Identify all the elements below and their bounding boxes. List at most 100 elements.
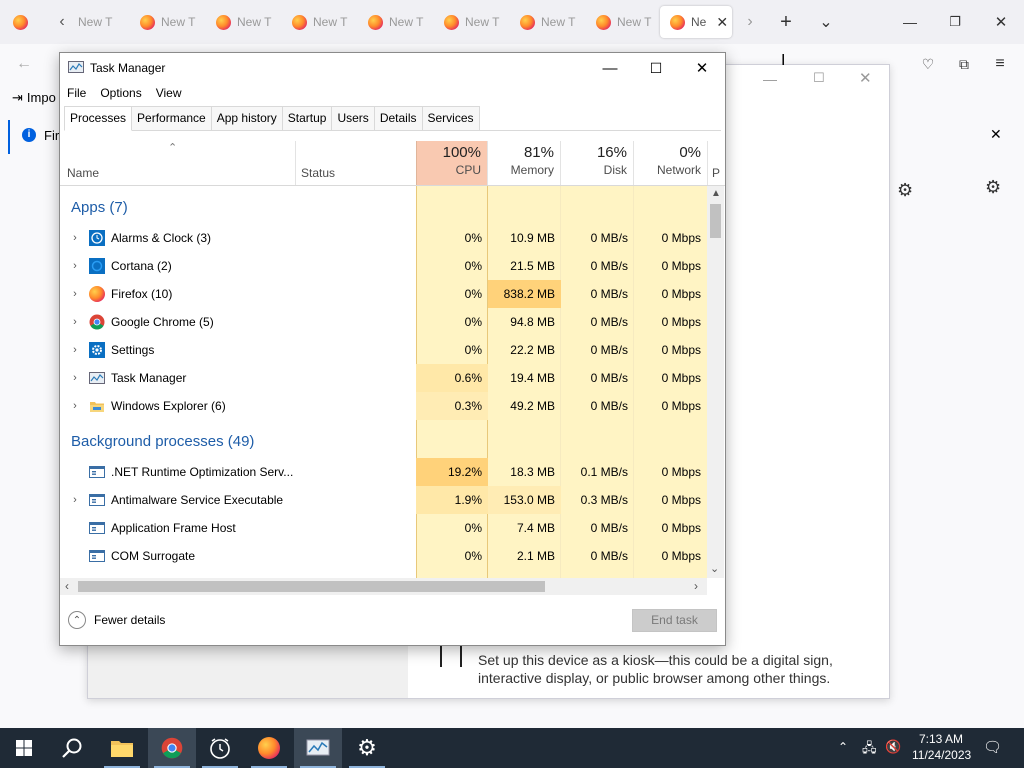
tab-processes[interactable]: Processes: [64, 106, 133, 131]
new-tab-icon[interactable]: +: [772, 8, 800, 36]
extensions-icon[interactable]: ⧉: [950, 50, 978, 78]
process-row[interactable]: Application Frame Host 0% 7.4 MB 0 MB/s …: [60, 514, 707, 542]
fewer-details-button[interactable]: ⌃ Fewer details: [68, 611, 165, 629]
browser-tab[interactable]: New T: [282, 6, 352, 38]
tab-startup[interactable]: Startup: [281, 106, 333, 130]
show-hidden-icons-icon[interactable]: ⌃: [838, 740, 848, 754]
expand-chevron-icon[interactable]: ›: [69, 252, 81, 280]
process-row[interactable]: › Alarms & Clock (3) 0% 10.9 MB 0 MB/s 0…: [60, 224, 707, 252]
expand-chevron-icon[interactable]: ›: [69, 336, 81, 364]
process-row[interactable]: › Cortana (2) 0% 21.5 MB 0 MB/s 0 Mbps: [60, 252, 707, 280]
header-status[interactable]: Status: [295, 141, 417, 185]
import-bookmarks-button[interactable]: ⇥ Impo: [12, 90, 56, 106]
list-all-tabs-icon[interactable]: ⌄: [812, 8, 840, 36]
firefox-icon: [368, 14, 383, 30]
tab-users[interactable]: Users: [331, 106, 375, 130]
expand-chevron-icon[interactable]: ›: [69, 308, 81, 336]
notifications-icon[interactable]: 🗨: [983, 738, 1002, 756]
expand-chevron-icon[interactable]: ›: [69, 280, 81, 308]
close-icon[interactable]: ✕: [679, 53, 725, 83]
expand-chevron-icon[interactable]: ›: [69, 392, 81, 420]
group-header-apps[interactable]: Apps (7): [60, 194, 707, 222]
browser-tab-active[interactable]: Ne ✕: [660, 6, 732, 38]
process-row[interactable]: › Antimalware Service Executable 1.9% 15…: [60, 486, 707, 514]
menu-file[interactable]: File: [60, 83, 93, 105]
group-header-background[interactable]: Background processes (49): [60, 428, 707, 456]
close-infobar-icon[interactable]: ✕: [990, 126, 1002, 143]
browser-tab[interactable]: New T: [358, 6, 428, 38]
firefox-view-icon[interactable]: [6, 8, 34, 36]
scroll-down-icon[interactable]: ⌄: [710, 562, 719, 575]
taskbar-firefox[interactable]: [245, 728, 293, 768]
scroll-tabs-right-icon[interactable]: ›: [736, 8, 764, 36]
browser-tab[interactable]: New T: [206, 6, 276, 38]
header-cpu[interactable]: 100% CPU: [416, 141, 488, 185]
browser-tab[interactable]: New T: [586, 6, 656, 38]
pocket-icon[interactable]: ♡: [914, 50, 942, 78]
header-memory[interactable]: 81% Memory: [488, 141, 561, 185]
header-name[interactable]: Name: [60, 141, 296, 185]
clock[interactable]: 7:13 AM 11/24/2023: [912, 731, 971, 763]
volume-muted-icon[interactable]: 🔇: [885, 739, 901, 755]
browser-tab[interactable]: New T: [68, 6, 138, 38]
browser-tab[interactable]: New T: [510, 6, 580, 38]
settings-gear-icon[interactable]: ⚙: [897, 180, 913, 201]
taskbar-chrome[interactable]: [148, 728, 196, 768]
scroll-right-icon[interactable]: ›: [694, 579, 698, 593]
tab-performance[interactable]: Performance: [131, 106, 212, 130]
disk-cell: 0.1 MB/s: [580, 465, 628, 479]
expand-chevron-icon[interactable]: ›: [69, 364, 81, 392]
process-row[interactable]: › Windows Explorer (6) 0.3% 49.2 MB 0 MB…: [60, 392, 707, 420]
network-cell: 0 Mbps: [661, 315, 701, 329]
restore-icon[interactable]: ❐: [941, 8, 969, 36]
horizontal-scrollbar[interactable]: ‹ ›: [60, 578, 707, 595]
tab-details[interactable]: Details: [373, 106, 423, 130]
end-task-button[interactable]: End task: [632, 609, 717, 632]
scroll-left-icon[interactable]: ‹: [65, 579, 69, 593]
menu-view[interactable]: View: [149, 83, 189, 105]
start-button[interactable]: [0, 728, 48, 768]
back-icon[interactable]: ←: [10, 50, 38, 78]
process-row[interactable]: › Firefox (10) 0% 838.2 MB 0 MB/s 0 Mbps: [60, 280, 707, 308]
search-button[interactable]: [48, 728, 96, 768]
browser-tab[interactable]: New T: [434, 6, 504, 38]
taskbar-alarms-clock[interactable]: [196, 728, 244, 768]
process-row[interactable]: › Settings 0% 22.2 MB 0 MB/s 0 Mbps: [60, 336, 707, 364]
tab-services[interactable]: Services: [421, 106, 480, 130]
dialog-minimize-icon[interactable]: —: [763, 71, 777, 87]
dialog-maximize-icon[interactable]: ☐: [813, 70, 825, 86]
taskbar-settings[interactable]: ⚙: [343, 728, 391, 768]
maximize-icon[interactable]: ☐: [633, 53, 679, 83]
process-row[interactable]: › Task Manager 0.6% 19.4 MB 0 MB/s 0 Mbp…: [60, 364, 707, 392]
taskbar-file-explorer[interactable]: [98, 728, 146, 768]
cpu-cell: 0%: [464, 521, 482, 535]
title-bar[interactable]: Task Manager — ☐ ✕: [60, 53, 725, 83]
minimize-icon[interactable]: —: [587, 53, 633, 83]
browser-tab[interactable]: New T: [130, 6, 200, 38]
expand-chevron-icon[interactable]: ›: [69, 486, 81, 514]
process-row[interactable]: COM Surrogate 0% 2.1 MB 0 MB/s 0 Mbps: [60, 542, 707, 570]
tab-app-history[interactable]: App history: [210, 106, 283, 130]
vertical-scrollbar[interactable]: ▲ ⌄: [707, 186, 724, 578]
process-row[interactable]: › Google Chrome (5) 0% 94.8 MB 0 MB/s 0 …: [60, 308, 707, 336]
file-explorer-icon: [111, 741, 133, 757]
close-window-icon[interactable]: ✕: [987, 8, 1015, 36]
header-power-label[interactable]: P: [712, 166, 720, 180]
menu-options[interactable]: Options: [93, 83, 148, 105]
vertical-scroll-thumb[interactable]: [710, 204, 721, 238]
horizontal-scroll-thumb[interactable]: [78, 581, 545, 592]
taskbar-task-manager[interactable]: [294, 728, 342, 768]
app-menu-icon[interactable]: ≡: [986, 50, 1014, 78]
expand-chevron-icon[interactable]: ›: [69, 224, 81, 252]
close-tab-icon[interactable]: ✕: [716, 14, 728, 31]
dialog-close-icon[interactable]: ✕: [859, 69, 872, 87]
network-icon[interactable]: 🖧: [862, 739, 877, 761]
minimize-icon[interactable]: —: [896, 8, 924, 36]
scroll-up-icon[interactable]: ▲: [711, 188, 721, 199]
disk-cell: 0 MB/s: [590, 315, 628, 329]
settings-gear-icon[interactable]: ⚙: [985, 177, 1001, 198]
menu-bar: File Options View: [60, 83, 189, 105]
header-network[interactable]: 0% Network: [634, 141, 708, 185]
process-row[interactable]: .NET Runtime Optimization Serv... 19.2% …: [60, 458, 707, 486]
header-disk[interactable]: 16% Disk: [561, 141, 634, 185]
